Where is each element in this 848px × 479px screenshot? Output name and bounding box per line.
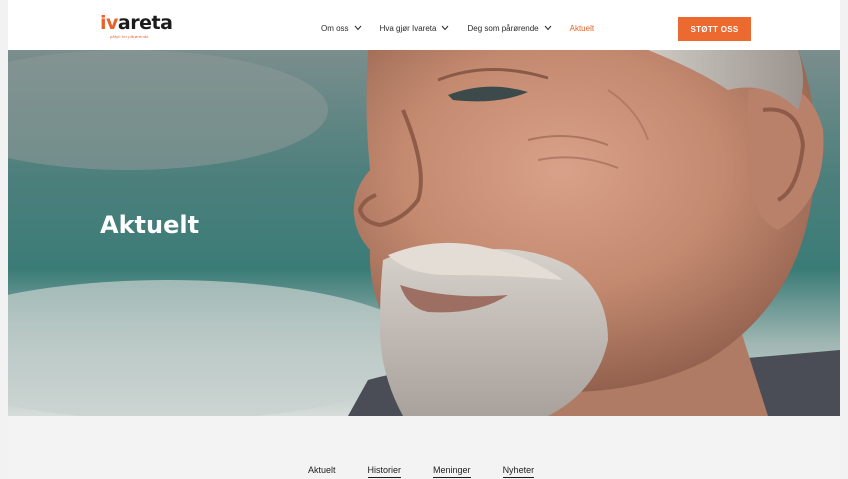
support-button[interactable]: STØTT OSS — [678, 17, 751, 41]
subnav-item-historier[interactable]: Historier — [367, 465, 402, 478]
nav-item-om-oss[interactable]: Om oss — [321, 24, 362, 33]
subnav-item-aktuelt[interactable]: Aktuelt — [308, 465, 336, 478]
chevron-down-icon — [544, 25, 552, 31]
hero-banner: Aktuelt — [8, 50, 840, 416]
page-title: Aktuelt — [100, 211, 200, 240]
main-nav: Om oss Hva gjør Ivareta Deg som pårørend… — [321, 21, 594, 35]
nav-item-label: Deg som pårørende — [467, 23, 539, 33]
logo[interactable]: ivareta påfyll for pårørende — [100, 12, 174, 40]
nav-item-label: Om oss — [321, 23, 349, 33]
category-subnav: Aktuelt Historier Meninger Nyheter — [8, 416, 840, 479]
chevron-down-icon — [354, 25, 361, 31]
logo-prefix: iv — [100, 12, 118, 34]
nav-item-deg-som-parorende[interactable]: Deg som pårørende — [467, 23, 552, 33]
logo-wordmark: ivareta — [100, 12, 173, 34]
subnav-item-nyheter[interactable]: Nyheter — [502, 465, 535, 478]
logo-suffix: areta — [117, 12, 173, 34]
nav-item-aktuelt[interactable]: Aktuelt — [570, 24, 594, 33]
nav-item-hva-gjor-ivareta[interactable]: Hva gjør Ivareta — [380, 24, 450, 33]
nav-item-label: Hva gjør Ivareta — [379, 23, 437, 33]
logo-tagline: påfyll for pårørende — [110, 34, 149, 39]
nav-item-label: Aktuelt — [569, 23, 595, 33]
site-header: ivareta påfyll for pårørende Om oss Hva … — [8, 0, 840, 50]
subnav-items: Aktuelt Historier Meninger Nyheter — [308, 465, 566, 478]
page: ivareta påfyll for pårørende Om oss Hva … — [8, 0, 840, 479]
subnav-item-meninger[interactable]: Meninger — [433, 465, 471, 478]
chevron-down-icon — [442, 25, 449, 31]
